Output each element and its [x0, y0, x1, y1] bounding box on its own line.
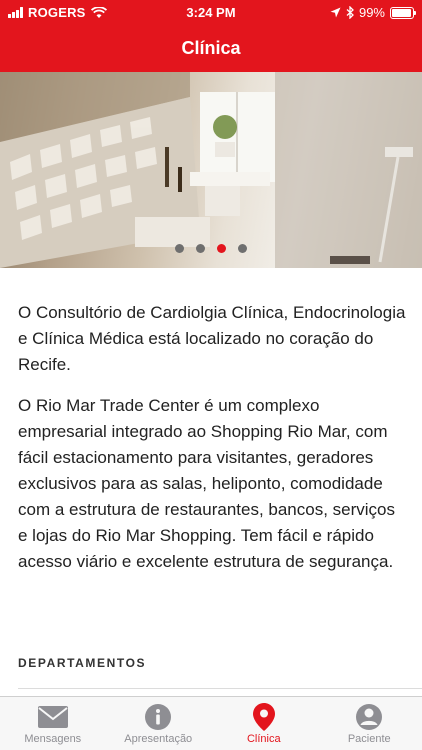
- carousel-dot[interactable]: [175, 244, 184, 253]
- carousel-dot[interactable]: [238, 244, 247, 253]
- bluetooth-icon: [346, 6, 354, 19]
- person-icon: [356, 704, 383, 730]
- envelope-icon: [37, 706, 68, 728]
- carousel-page-indicator[interactable]: [0, 244, 422, 253]
- clinic-photo-carousel[interactable]: [0, 72, 422, 268]
- description-paragraph: O Consultório de Cardiolgia Clínica, End…: [18, 303, 406, 374]
- info-icon: [145, 704, 172, 730]
- clinic-description: O Consultório de Cardiolgia Clínica, End…: [18, 300, 408, 590]
- tab-clinica[interactable]: Clínica: [211, 697, 317, 750]
- page-title: Clínica: [181, 38, 241, 58]
- tab-label: Apresentação: [124, 733, 193, 745]
- carousel-dot[interactable]: [196, 244, 205, 253]
- map-pin-icon: [252, 703, 275, 731]
- battery-icon: [390, 6, 416, 19]
- clinic-photo: [0, 72, 422, 268]
- carousel-dot-active[interactable]: [217, 244, 226, 253]
- tab-label: Clínica: [246, 733, 281, 745]
- tab-apresentacao[interactable]: Apresentação: [106, 697, 212, 750]
- navigation-bar: Clínica: [0, 25, 422, 72]
- status-bar: ROGERS 3:24 PM 99%: [0, 0, 422, 25]
- tab-paciente[interactable]: Paciente: [317, 697, 422, 750]
- tab-label: Mensagens: [24, 733, 82, 745]
- tab-label: Paciente: [347, 733, 391, 745]
- tab-bar: Mensagens Apresentação Clínica Paciente: [0, 696, 422, 750]
- divider: [18, 688, 422, 689]
- tab-mensagens[interactable]: Mensagens: [0, 697, 106, 750]
- section-title-departamentos: DEPARTAMENTOS: [18, 656, 147, 670]
- location-arrow-icon: [330, 7, 341, 18]
- battery-percent: 99%: [358, 5, 385, 20]
- description-paragraph: O Rio Mar Trade Center é um complexo emp…: [18, 396, 396, 571]
